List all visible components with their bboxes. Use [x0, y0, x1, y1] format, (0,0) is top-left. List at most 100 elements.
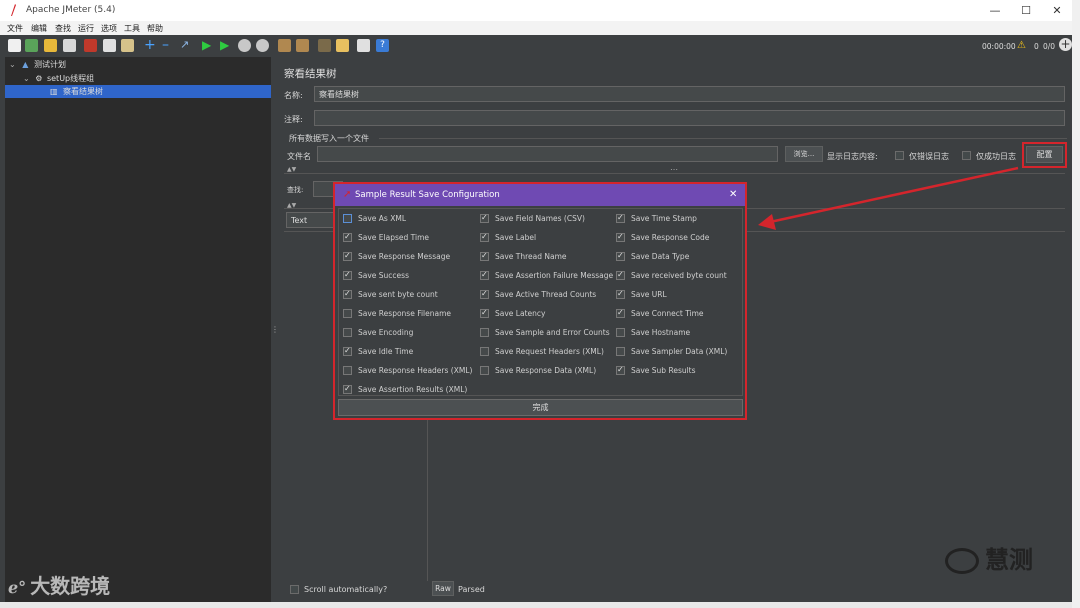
wechat-icon [945, 548, 979, 574]
comment-field[interactable] [314, 110, 1065, 126]
chevron-down-icon[interactable]: ⌄ [9, 60, 16, 69]
copy-icon[interactable] [103, 39, 116, 52]
tab-raw[interactable]: Raw [432, 581, 454, 596]
checkbox-checked-icon[interactable] [480, 309, 489, 318]
save-option-label: Save Field Names (CSV) [495, 214, 585, 223]
checkbox-checked-icon[interactable] [480, 233, 489, 242]
close-icon[interactable]: ✕ [729, 184, 737, 206]
checkbox-checked-icon[interactable] [616, 214, 625, 223]
save-option-label: Save Response Message [358, 252, 451, 261]
checkbox-empty-icon[interactable] [616, 328, 625, 337]
toggle-icon[interactable]: ↗ [180, 39, 193, 52]
checkbox-checked-icon[interactable] [343, 290, 352, 299]
tree-item-test-plan[interactable]: ⌄ ▲ 测试计划 [9, 58, 66, 71]
checkbox-empty-icon[interactable] [343, 328, 352, 337]
tree-item-setup-thread-group[interactable]: ⌄ ⚙ setUp线程组 [23, 72, 94, 85]
checkbox-empty-icon[interactable] [480, 347, 489, 356]
done-button[interactable]: 完成 [338, 399, 743, 416]
jmeter-feather-icon: ➚ [343, 189, 352, 200]
save-option-label: Save Request Headers (XML) [495, 347, 604, 356]
tab-parsed[interactable]: Parsed [458, 585, 485, 594]
start-no-pause-icon[interactable]: ▶ [220, 39, 233, 52]
checkbox-checked-icon[interactable] [616, 290, 625, 299]
chevron-down-icon[interactable]: ⌄ [23, 74, 30, 83]
clear-icon[interactable] [278, 39, 291, 52]
function-helper-icon[interactable] [357, 39, 370, 52]
chart-icon: ▥ [50, 87, 58, 96]
checkbox-checked-icon[interactable] [343, 385, 352, 394]
checkbox-empty-icon[interactable] [343, 366, 352, 375]
checkbox-checked-icon[interactable] [480, 214, 489, 223]
checkbox-empty-icon[interactable] [616, 347, 625, 356]
shutdown-icon[interactable] [256, 39, 269, 52]
filename-field[interactable] [317, 146, 778, 162]
checkbox-checked-icon[interactable] [616, 366, 625, 375]
stop-icon[interactable] [238, 39, 251, 52]
checkbox-checked-icon[interactable] [343, 347, 352, 356]
help-icon[interactable]: ? [376, 39, 389, 52]
background-strip [1072, 0, 1080, 608]
warning-count: 0 [1034, 42, 1039, 51]
renderer-dropdown[interactable]: Text [286, 212, 336, 228]
checkbox-checked-icon[interactable] [343, 233, 352, 242]
split-divider[interactable]: ⋮ [271, 57, 279, 602]
elapsed-timer: 00:00:00 [982, 42, 1016, 51]
checkbox-empty-icon[interactable] [480, 328, 489, 337]
checkbox-empty-icon[interactable] [480, 366, 489, 375]
paste-icon[interactable] [121, 39, 134, 52]
search-icon[interactable] [318, 39, 331, 52]
menu-search[interactable]: 查找 [55, 23, 71, 34]
save-option-label: Save Active Thread Counts [495, 290, 597, 299]
warning-icon[interactable]: ⚠ [1017, 40, 1026, 51]
checkbox-checked-icon[interactable] [480, 271, 489, 280]
checkbox-checked-icon[interactable] [343, 252, 352, 261]
remote-icon[interactable]: + [1059, 38, 1072, 51]
tree-item-view-results-tree[interactable]: ▥ 察看结果树 [5, 85, 271, 98]
checkbox-checked-icon[interactable] [616, 309, 625, 318]
save-option-label: Save Sampler Data (XML) [631, 347, 728, 356]
toolbar: + – ↗ ▶ ▶ ? 00:00:00 ⚠ 0 0/0 + [0, 35, 1072, 58]
annotation-arrow [758, 166, 1019, 230]
checkbox-empty-icon[interactable] [343, 309, 352, 318]
checkbox-checked-icon[interactable] [343, 271, 352, 280]
checkbox-checked-icon[interactable] [616, 233, 625, 242]
jmeter-feather-icon [11, 4, 16, 16]
menu-run[interactable]: 运行 [78, 23, 94, 34]
save-option-label: Save Connect Time [631, 309, 704, 318]
menu-help[interactable]: 帮助 [147, 23, 163, 34]
save-option-label: Save received byte count [631, 271, 727, 280]
minimize-icon[interactable]: — [980, 2, 1010, 19]
menu-options[interactable]: 选项 [101, 23, 117, 34]
checkbox-checked-icon[interactable] [616, 271, 625, 280]
options-grid: Save As XML Save Field Names (CSV) Save Ti… [338, 208, 743, 396]
open-icon[interactable] [44, 39, 57, 52]
reset-search-icon[interactable] [336, 39, 349, 52]
errors-only-checkbox[interactable] [895, 151, 904, 160]
flask-icon: ▲ [22, 60, 29, 69]
templates-icon[interactable] [25, 39, 38, 52]
menu-edit[interactable]: 编辑 [31, 23, 47, 34]
success-only-checkbox[interactable] [962, 151, 971, 160]
scroll-auto-checkbox[interactable] [290, 585, 299, 594]
collapse-icon[interactable]: – [162, 38, 175, 52]
checkbox-checked-icon[interactable] [480, 290, 489, 299]
collapse-arrows-icon[interactable]: ▲▼ [287, 166, 296, 173]
cut-icon[interactable] [84, 39, 97, 52]
expand-icon[interactable]: + [144, 38, 157, 52]
splitter-dots-icon[interactable]: ⋯ [670, 165, 678, 174]
save-icon[interactable] [63, 39, 76, 52]
close-icon[interactable]: ✕ [1042, 2, 1072, 19]
start-icon[interactable]: ▶ [202, 39, 215, 52]
thread-count: 0/0 [1043, 42, 1056, 51]
checkbox-checked-icon[interactable] [480, 252, 489, 261]
name-field[interactable]: 察看结果树 [314, 86, 1065, 102]
menu-file[interactable]: 文件 [7, 23, 23, 34]
checkbox-empty-icon[interactable] [343, 214, 352, 223]
clear-all-icon[interactable] [296, 39, 309, 52]
maximize-icon[interactable]: ☐ [1011, 2, 1041, 19]
logo-icon: ℯ° [8, 578, 27, 597]
menu-tools[interactable]: 工具 [124, 23, 140, 34]
checkbox-checked-icon[interactable] [616, 252, 625, 261]
save-option-label: Save Data Type [631, 252, 690, 261]
new-icon[interactable] [8, 39, 21, 52]
